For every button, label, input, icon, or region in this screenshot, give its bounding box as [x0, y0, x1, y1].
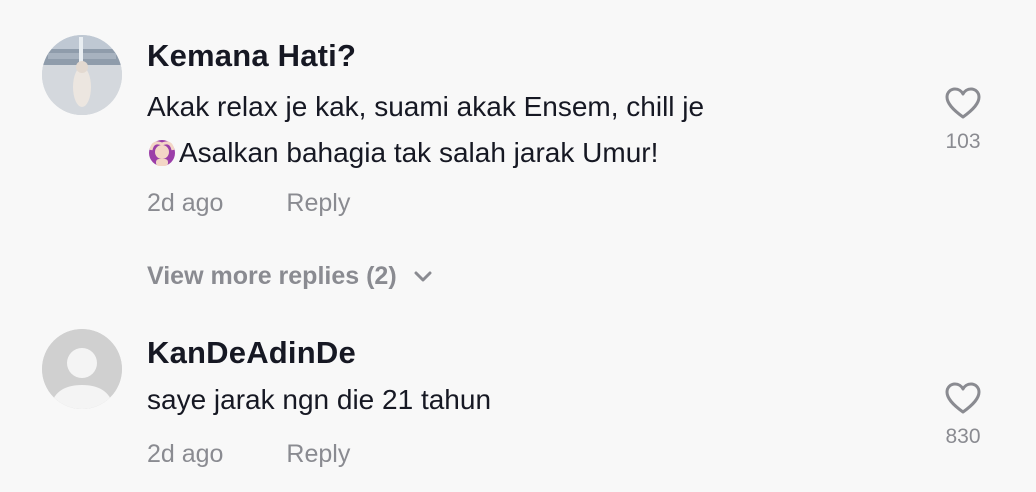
comment-meta: 2d ago Reply: [147, 189, 350, 218]
comment-time: 2d ago: [147, 440, 224, 468]
like-button[interactable]: 103: [928, 86, 998, 154]
comment-text: saye jarak ngn die 21 tahun: [147, 384, 492, 415]
default-user-avatar-icon: [42, 329, 122, 409]
like-button[interactable]: 830: [928, 381, 998, 449]
comment-text-line-2: Asalkan bahagia tak salah jarak Umur!: [147, 130, 658, 176]
like-count: 103: [945, 130, 981, 153]
comment-text-line: Akak relax je kak, suami akak Ensem, chi…: [147, 91, 705, 122]
heart-outline-icon: [945, 382, 981, 414]
comment-username[interactable]: KanDeAdinDe: [147, 335, 356, 371]
user-avatar[interactable]: [42, 329, 122, 409]
view-more-replies-button[interactable]: View more replies (2): [147, 262, 432, 291]
view-more-replies-label: View more replies (2): [147, 262, 397, 290]
woman-gesturing-ok-emoji: [147, 135, 177, 166]
comment-item: KanDeAdinDe saye jarak ngn die 21 tahun …: [0, 320, 1036, 492]
heart-outline-icon: [945, 87, 981, 119]
user-photo-avatar-icon: [42, 35, 122, 115]
comment-username[interactable]: Kemana Hati?: [147, 38, 356, 74]
comment-meta: 2d ago Reply: [147, 440, 350, 469]
like-count: 830: [945, 425, 981, 448]
comment-item: Kemana Hati? Akak relax je kak, suami ak…: [0, 0, 1036, 240]
comment-time: 2d ago: [147, 189, 224, 217]
user-avatar[interactable]: [42, 35, 122, 115]
comment-text: Asalkan bahagia tak salah jarak Umur!: [179, 137, 659, 168]
reply-button[interactable]: Reply: [286, 189, 350, 217]
chevron-down-icon: [414, 271, 432, 282]
reply-button[interactable]: Reply: [286, 440, 350, 468]
